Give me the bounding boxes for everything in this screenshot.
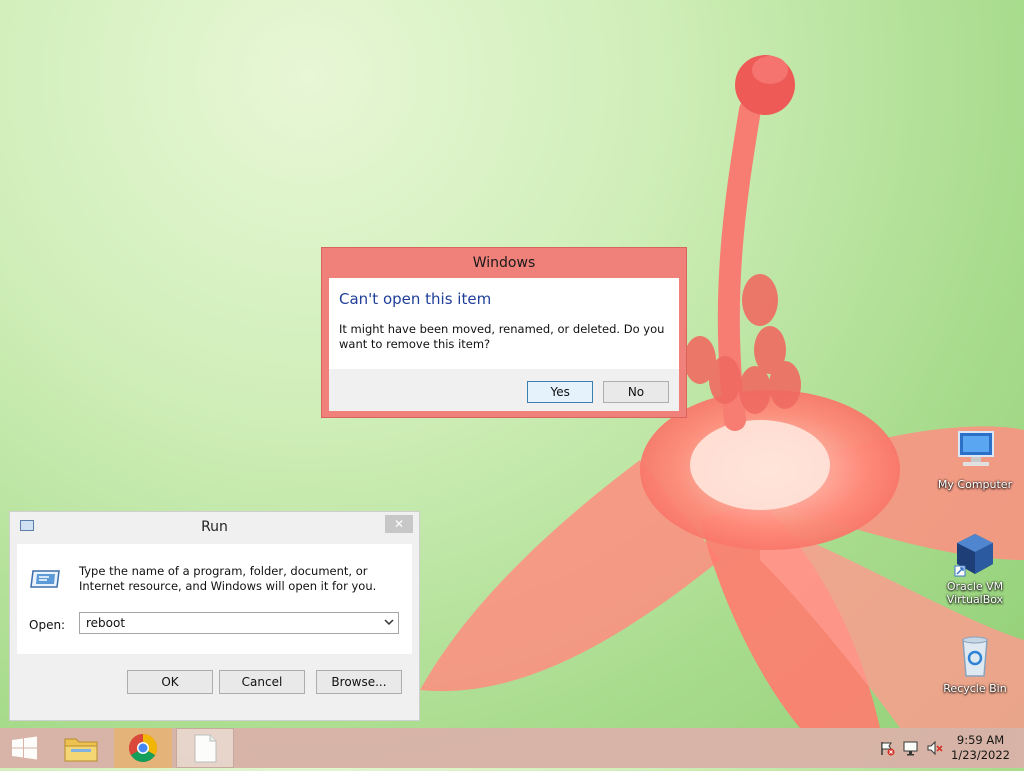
- desktop-icon-my-computer[interactable]: My Computer: [933, 428, 1017, 491]
- cancel-button[interactable]: Cancel: [219, 670, 305, 694]
- dialog-main-instruction: Can't open this item: [339, 290, 492, 308]
- clock-date: 1/23/2022: [951, 748, 1010, 762]
- cant-open-item-dialog: Windows Can't open this item It might ha…: [321, 247, 687, 418]
- desktop-icon-label: Oracle VM VirtualBox: [946, 580, 1004, 606]
- action-center-flag-icon[interactable]: [879, 740, 895, 756]
- recycle-bin-icon: [951, 632, 999, 680]
- dialog-message: It might have been moved, renamed, or de…: [339, 322, 665, 351]
- clock[interactable]: 9:59 AM 1/23/2022: [951, 733, 1010, 763]
- blank-document-icon[interactable]: [176, 728, 234, 768]
- run-icon: [30, 570, 60, 588]
- close-button[interactable]: ✕: [385, 515, 413, 533]
- yes-button[interactable]: Yes: [527, 381, 594, 403]
- run-body: Type the name of a program, folder, docu…: [17, 544, 412, 712]
- windows-logo-icon: [12, 736, 37, 760]
- desktop-icon-recycle-bin[interactable]: Recycle Bin: [933, 632, 1017, 695]
- browse-button[interactable]: Browse...: [316, 670, 402, 694]
- run-title: Run: [201, 519, 228, 535]
- network-icon[interactable]: [902, 740, 920, 756]
- system-tray: 9:59 AM 1/23/2022: [864, 728, 1024, 768]
- open-combobox[interactable]: reboot: [79, 612, 399, 634]
- run-button-bar: OK Cancel Browse...: [17, 654, 412, 712]
- dialog-title[interactable]: Windows: [322, 248, 686, 278]
- open-label: Open:: [29, 618, 66, 632]
- clock-time: 9:59 AM: [956, 733, 1005, 747]
- chevron-down-icon[interactable]: [384, 617, 394, 627]
- desktop-icon-label: Recycle Bin: [943, 682, 1007, 695]
- open-input-value[interactable]: reboot: [86, 616, 125, 630]
- run-dialog: Run ✕ Type the name of a program, folder…: [9, 511, 420, 721]
- desktop-icon-label: My Computer: [937, 478, 1013, 491]
- dialog-message-area: Can't open this item It might have been …: [329, 278, 679, 369]
- taskbar: 9:59 AM 1/23/2022: [0, 728, 1024, 768]
- virtualbox-icon: [951, 530, 999, 578]
- ok-button[interactable]: OK: [127, 670, 213, 694]
- dialog-content: Can't open this item It might have been …: [329, 278, 679, 411]
- run-description: Type the name of a program, folder, docu…: [79, 564, 377, 593]
- computer-icon: [951, 428, 999, 476]
- volume-muted-icon[interactable]: [926, 740, 944, 756]
- dialog-button-bar: Yes No: [521, 381, 669, 403]
- desktop-icon-virtualbox[interactable]: Oracle VM VirtualBox: [933, 530, 1017, 606]
- run-titlebar[interactable]: Run ✕: [10, 512, 419, 542]
- start-button[interactable]: [0, 728, 50, 768]
- file-explorer-icon[interactable]: [56, 728, 106, 768]
- no-button[interactable]: No: [603, 381, 669, 403]
- chrome-icon[interactable]: [114, 728, 172, 768]
